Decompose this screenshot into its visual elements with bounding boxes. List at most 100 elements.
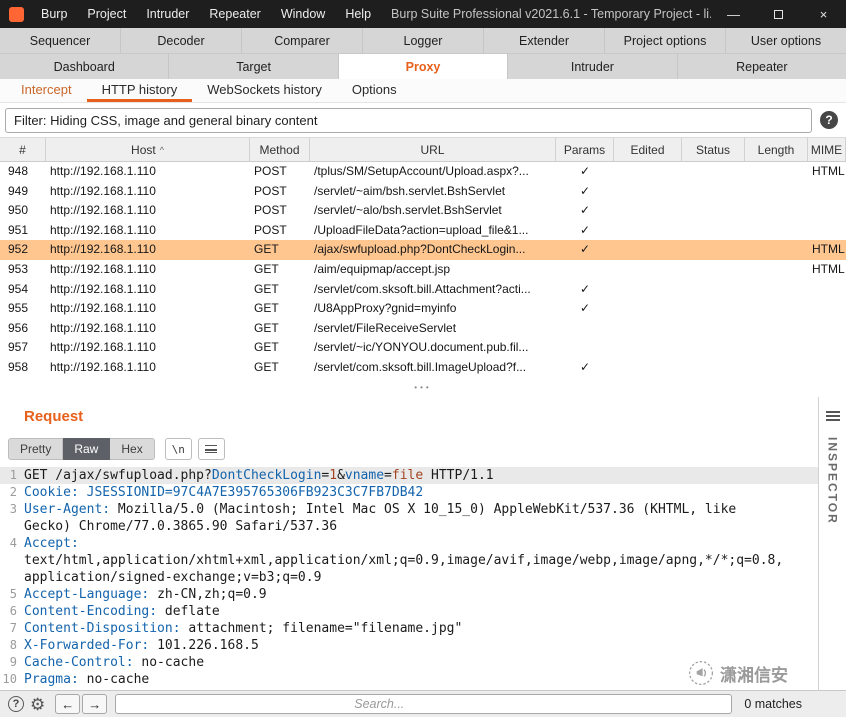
filter-box[interactable]: Filter: Hiding CSS, image and general bi…	[5, 107, 812, 133]
sort-ascending-icon: ^	[159, 144, 164, 155]
cell-length	[745, 221, 808, 241]
cell-mime	[808, 338, 846, 358]
sub-tab-websockets-history[interactable]: WebSockets history	[192, 79, 337, 102]
sub-tab-intercept[interactable]: Intercept	[6, 79, 87, 102]
request-editor[interactable]: 1 GET /ajax/swfupload.php?DontCheckLogin=…	[0, 463, 818, 688]
cell-mime	[808, 358, 846, 378]
cell-method: POST	[254, 222, 287, 237]
cell-num: 957	[8, 340, 29, 355]
editor-toolbar: Pretty Raw Hex \n	[0, 435, 818, 463]
cell-method: GET	[254, 359, 279, 374]
table-row-949[interactable]: 949 http://192.168.1.110 POST/servlet/~aim…	[0, 182, 846, 202]
table-header: # Host ^ Method URL Params Edited Status Length M…	[0, 137, 846, 162]
cell-edited	[614, 319, 682, 339]
main-tab-logger[interactable]: Logger	[363, 28, 484, 53]
menu-help[interactable]: Help	[335, 0, 381, 28]
cell-status	[682, 358, 745, 378]
table-row-948[interactable]: 948 http://192.168.1.110 POST/tplus/SM/Set…	[0, 162, 846, 182]
table-row-958[interactable]: 958 http://192.168.1.110 GET/servlet/com.s…	[0, 358, 846, 378]
editor-tab-hex[interactable]: Hex	[110, 438, 155, 460]
column-header-edited[interactable]: Edited	[614, 138, 682, 161]
burp-window: Burp Project Intruder Repeater Window Help Bu…	[0, 0, 846, 717]
titlebar: Burp Project Intruder Repeater Window Help Bu…	[0, 0, 846, 28]
cell-method: GET	[254, 261, 279, 276]
table-row-952[interactable]: 952 http://192.168.1.110 GET/ajax/swfuploa…	[0, 240, 846, 260]
column-header-mime[interactable]: MIME	[808, 138, 846, 161]
minimize-button[interactable]: —	[711, 0, 756, 28]
column-header-host[interactable]: Host ^	[46, 138, 250, 161]
request-main: Request Pretty Raw Hex \n 1 GET /ajax/swfup…	[0, 397, 818, 690]
cell-length	[745, 182, 808, 202]
table-row-950[interactable]: 950 http://192.168.1.110 POST/servlet/~alo…	[0, 201, 846, 221]
cell-status	[682, 201, 745, 221]
cell-edited	[614, 201, 682, 221]
main-tab-extender[interactable]: Extender	[484, 28, 605, 53]
inspector-sidebar[interactable]: INSPECTOR	[818, 397, 846, 690]
table-row-956[interactable]: 956 http://192.168.1.110 GET/servlet/FileR…	[0, 319, 846, 339]
table-row-957[interactable]: 957 http://192.168.1.110 GET/servlet/~ic/Y…	[0, 338, 846, 358]
main-tab-repeater[interactable]: Repeater	[678, 54, 846, 79]
cell-edited	[614, 240, 682, 260]
sub-tab-http-history[interactable]: HTTP history	[86, 79, 193, 102]
request-line-9: 9 Cache-Control: no-cache	[0, 654, 818, 671]
menu-repeater[interactable]: Repeater	[199, 0, 270, 28]
cell-mime: HTML	[812, 261, 845, 276]
column-header-url[interactable]: URL	[310, 138, 556, 161]
main-tab-bar-row2: Dashboard Target Proxy Intruder Repeater	[0, 54, 846, 79]
cell-num: 954	[8, 281, 29, 296]
cell-status	[682, 338, 745, 358]
menu-burp[interactable]: Burp	[31, 0, 77, 28]
cell-params: ✓	[579, 164, 591, 178]
search-next-button[interactable]: →	[82, 694, 108, 714]
main-tab-target[interactable]: Target	[169, 54, 339, 79]
filter-help-icon[interactable]: ?	[820, 111, 838, 129]
column-header-method[interactable]: Method	[250, 138, 310, 161]
main-tab-intruder[interactable]: Intruder	[508, 54, 678, 79]
editor-tab-raw[interactable]: Raw	[63, 438, 111, 460]
cell-host: http://192.168.1.110	[50, 320, 156, 335]
wrap-toggle-button[interactable]	[197, 438, 225, 460]
cell-host: http://192.168.1.110	[50, 222, 156, 237]
gear-icon[interactable]: ⚙	[30, 696, 45, 713]
splitter-handle[interactable]: •••	[0, 378, 846, 397]
table-row-954[interactable]: 954 http://192.168.1.110 GET/servlet/com.s…	[0, 280, 846, 300]
menu-intruder[interactable]: Intruder	[136, 0, 199, 28]
sub-tab-bar: Intercept HTTP history WebSockets history O…	[0, 79, 846, 103]
column-header-length[interactable]: Length	[745, 138, 808, 161]
column-header-params[interactable]: Params	[556, 138, 614, 161]
editor-tab-pretty[interactable]: Pretty	[8, 438, 64, 460]
cell-method: POST	[254, 164, 287, 178]
request-line-5: 5 Accept-Language: zh-CN,zh;q=0.9	[0, 586, 818, 603]
line-content: Content-Disposition: attachment; filenam…	[24, 621, 463, 636]
main-tab-bar-row1: Sequencer Decoder Comparer Logger Extender Pr…	[0, 28, 846, 54]
cell-method: POST	[254, 203, 287, 218]
menu-window[interactable]: Window	[271, 0, 335, 28]
table-row-955[interactable]: 955 http://192.168.1.110 GET/U8AppProxy?gn…	[0, 299, 846, 319]
request-line-4: 4 Accept: text/html,application/xhtml+xml…	[0, 535, 818, 586]
table-body: 948 http://192.168.1.110 POST/tplus/SM/Set…	[0, 162, 846, 378]
panel-menu-icon[interactable]	[825, 411, 840, 421]
cell-status	[682, 162, 745, 182]
main-tab-project-options[interactable]: Project options	[605, 28, 726, 53]
close-button[interactable]: ×	[801, 0, 846, 28]
search-input[interactable]	[115, 694, 733, 714]
cell-status	[682, 221, 745, 241]
newline-toggle-button[interactable]: \n	[164, 438, 192, 460]
main-tab-dashboard[interactable]: Dashboard	[0, 54, 170, 79]
main-tab-sequencer[interactable]: Sequencer	[0, 28, 121, 53]
main-tab-decoder[interactable]: Decoder	[121, 28, 242, 53]
main-tab-comparer[interactable]: Comparer	[242, 28, 363, 53]
menu-project[interactable]: Project	[77, 0, 136, 28]
help-icon[interactable]: ?	[8, 696, 24, 712]
main-tab-user-options[interactable]: User options	[726, 28, 846, 53]
cell-length	[745, 358, 808, 378]
column-header-[interactable]: #	[0, 138, 46, 161]
sub-tab-options[interactable]: Options	[337, 79, 412, 102]
maximize-button[interactable]	[756, 0, 801, 28]
menu-bar: Burp Project Intruder Repeater Window Help	[31, 0, 381, 28]
column-header-status[interactable]: Status	[682, 138, 745, 161]
table-row-953[interactable]: 953 http://192.168.1.110 GET/aim/equipmap/…	[0, 260, 846, 280]
table-row-951[interactable]: 951 http://192.168.1.110 POST/UploadFileDa…	[0, 221, 846, 241]
search-prev-button[interactable]: ←	[55, 694, 81, 714]
main-tab-proxy[interactable]: Proxy	[338, 54, 509, 79]
